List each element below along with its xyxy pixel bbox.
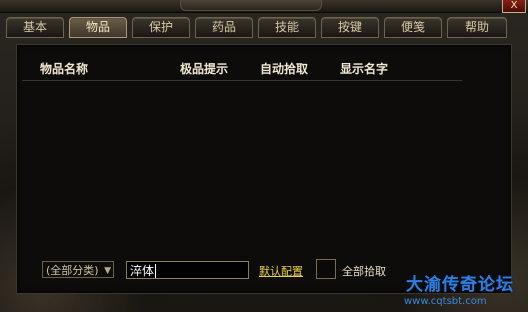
text-cursor (155, 264, 157, 278)
dropdown-arrow-icon: ▼ (104, 266, 111, 276)
tab-items[interactable]: 物品 (69, 17, 127, 38)
tab-label: 便笺 (400, 20, 425, 34)
pickup-all-label: 全部拾取 (342, 265, 386, 278)
item-search-input[interactable]: 淬体 (126, 261, 249, 279)
tab-bar: 基本 物品 保护 药品 技能 按键 便笺 帮助 (6, 17, 522, 38)
tab-label: 药品 (211, 20, 236, 34)
watermark-url: www.cqtsbt.com (404, 296, 487, 307)
close-icon: X (510, 0, 518, 11)
tab-protect[interactable]: 保护 (132, 17, 190, 38)
tab-label: 基本 (22, 20, 47, 34)
default-config-link[interactable]: 默认配置 (259, 263, 303, 279)
tab-label: 保护 (148, 20, 173, 34)
column-auto-pickup: 自动拾取 (260, 62, 309, 76)
close-button[interactable]: X (502, 0, 526, 13)
site-watermark: 大渝传奇论坛 www.cqtsbt.com (398, 270, 526, 310)
category-select[interactable]: (全部分类) ▼ (42, 261, 114, 278)
column-rare-alert: 极品提示 (180, 62, 229, 76)
tab-label: 按键 (337, 20, 362, 34)
title-ornament (180, 0, 322, 11)
tab-label: 物品 (85, 20, 110, 34)
item-list-panel[interactable] (16, 44, 512, 294)
item-table-header: 物品名称 极品提示 自动拾取 显示名字 (22, 58, 462, 81)
pickup-all-checkbox[interactable] (316, 259, 336, 279)
tab-label: 帮助 (464, 20, 489, 34)
tab-basic[interactable]: 基本 (6, 17, 64, 38)
item-search-value: 淬体 (130, 264, 155, 278)
tab-medicine[interactable]: 药品 (195, 17, 253, 38)
settings-window: X 基本 物品 保护 药品 技能 按键 便笺 帮助 物品名称 极品提示 自动拾取… (0, 0, 528, 312)
tab-notes[interactable]: 便笺 (384, 17, 442, 38)
category-select-value: (全部分类) (46, 264, 99, 277)
column-show-name: 显示名字 (340, 62, 389, 76)
title-bar: X (0, 0, 528, 13)
tab-skills[interactable]: 技能 (258, 17, 316, 38)
tab-keys[interactable]: 按键 (321, 17, 379, 38)
tab-label: 技能 (274, 20, 299, 34)
watermark-title: 大渝传奇论坛 (406, 275, 514, 295)
tab-help[interactable]: 帮助 (447, 17, 507, 38)
column-item-name: 物品名称 (40, 62, 89, 76)
